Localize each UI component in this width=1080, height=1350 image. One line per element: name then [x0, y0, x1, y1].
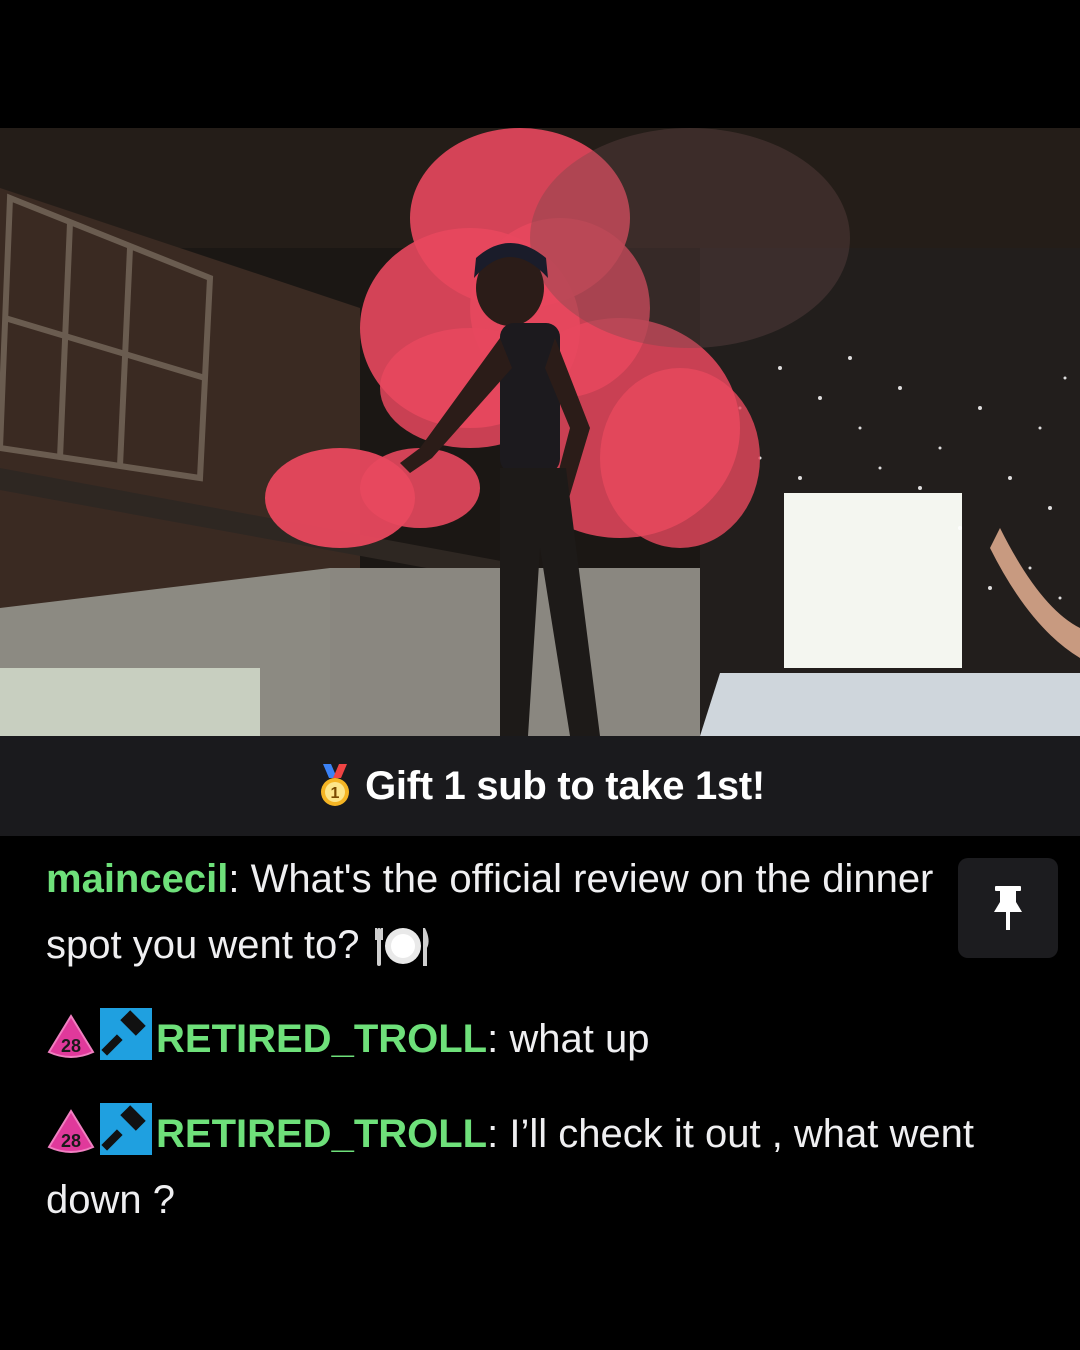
chat-username[interactable]: RETIRED_TROLL	[156, 1017, 487, 1061]
top-letterbox	[0, 0, 1080, 128]
chat-username[interactable]: maincecil	[46, 857, 228, 901]
first-place-medal-icon: 1	[321, 764, 350, 806]
gift-banner-text: Gift 1 sub to take 1st!	[365, 763, 765, 808]
pin-icon	[994, 886, 1022, 930]
svg-text:28: 28	[61, 1131, 81, 1151]
moderator-icon	[100, 1103, 152, 1155]
chat-separator: :	[487, 1017, 499, 1061]
subscriber-badge-icon: 28	[47, 1014, 95, 1058]
chat-separator: :	[487, 1112, 499, 1156]
gift-banner[interactable]: 1 Gift 1 sub to take 1st!	[0, 736, 1080, 836]
stream-video-frame	[0, 128, 1080, 736]
moderator-icon	[100, 1008, 152, 1060]
pin-button[interactable]	[958, 858, 1058, 958]
chat-message[interactable]: 28 RETIRED_TROLL: I’ll check it out , wh…	[46, 1101, 1026, 1233]
svg-text:28: 28	[61, 1036, 81, 1056]
svg-text:1: 1	[331, 785, 340, 802]
pinned-chat-message[interactable]: maincecil: What's the official review on…	[46, 846, 951, 978]
stream-video[interactable]	[0, 128, 1080, 736]
plate-fork-knife-icon	[374, 928, 429, 966]
chat-separator: :	[228, 857, 240, 901]
chat-username[interactable]: RETIRED_TROLL	[156, 1112, 487, 1156]
chat-panel: maincecil: What's the official review on…	[0, 836, 1080, 1350]
subscriber-badge-icon: 28	[47, 1109, 95, 1153]
chat-message-text: what up	[498, 1017, 650, 1061]
bright-doorway	[784, 493, 962, 668]
chat-message[interactable]: 28 RETIRED_TROLL: what up	[46, 1006, 1026, 1072]
